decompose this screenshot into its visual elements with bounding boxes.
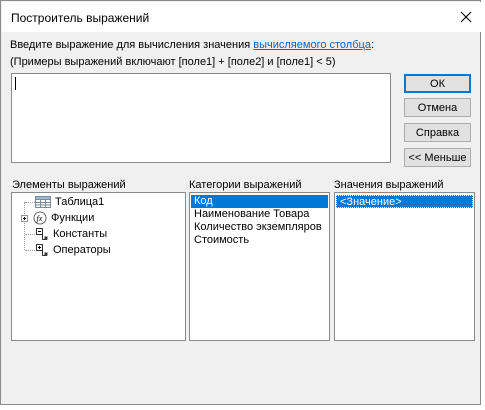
close-button[interactable] xyxy=(451,4,481,30)
instruction-suffix: : xyxy=(370,39,374,51)
table-icon xyxy=(35,196,51,208)
help-button[interactable]: Справка xyxy=(404,123,471,142)
instruction-text: Введите выражение для вычисления значени… xyxy=(10,39,374,51)
value-item[interactable]: <Значение> xyxy=(336,195,473,208)
tree-item-label: Константы xyxy=(53,228,108,240)
categories-list[interactable]: Код Наименование Товара Количество экзем… xyxy=(189,192,330,341)
ok-button[interactable]: ОК xyxy=(404,74,471,93)
tree-item-functions[interactable]: fx Функции xyxy=(21,210,94,226)
expression-builder-dialog: Построитель выражений Введите выражение … xyxy=(0,0,481,405)
category-item-cost[interactable]: Стоимость xyxy=(191,234,328,247)
elements-tree[interactable]: Таблица1 fx Функции Константы Операторы xyxy=(11,192,186,341)
values-label: Значения выражений xyxy=(334,179,444,191)
svg-text:fx: fx xyxy=(37,214,43,223)
less-button[interactable]: << Меньше xyxy=(404,148,471,167)
function-icon: fx xyxy=(33,211,47,225)
tree-item-constants[interactable]: Константы xyxy=(35,226,107,242)
cancel-button[interactable]: Отмена xyxy=(404,98,471,117)
tree-item-label: Таблица1 xyxy=(55,196,105,208)
category-item-product-name[interactable]: Наименование Товара xyxy=(191,208,328,221)
tree-item-label: Функции xyxy=(51,212,95,224)
window-title: Построитель выражений xyxy=(11,11,150,25)
title-bar: Построитель выражений xyxy=(2,2,481,32)
categories-label: Категории выражений xyxy=(189,179,302,191)
tree-item-operators[interactable]: Операторы xyxy=(35,242,111,258)
instruction-prefix: Введите выражение для вычисления значени… xyxy=(10,39,254,51)
close-icon xyxy=(460,11,472,23)
elements-label: Элементы выражений xyxy=(12,179,126,191)
category-item-quantity[interactable]: Количество экземпляров xyxy=(191,221,328,234)
operators-icon xyxy=(36,244,48,256)
examples-text: (Примеры выражений включают [поле1] + [п… xyxy=(10,56,336,68)
expression-input[interactable] xyxy=(11,73,391,163)
text-caret xyxy=(15,77,16,90)
tree-item-label: Операторы xyxy=(53,244,111,256)
tree-item-table[interactable]: Таблица1 xyxy=(35,194,104,210)
calculated-column-link[interactable]: вычисляемого столбца xyxy=(253,39,371,51)
values-list[interactable]: <Значение> xyxy=(334,192,475,341)
constants-icon xyxy=(36,228,48,240)
expand-toggle-icon[interactable] xyxy=(21,214,28,222)
category-item-code[interactable]: Код xyxy=(191,195,328,208)
